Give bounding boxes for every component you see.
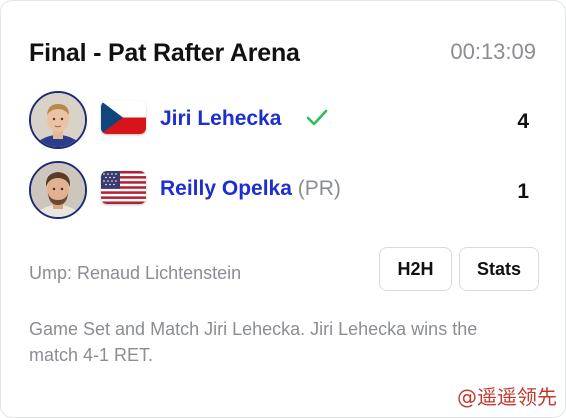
- player-name[interactable]: Jiri Lehecka: [160, 107, 281, 131]
- h2h-button[interactable]: H2H: [379, 247, 452, 291]
- winner-check-icon: [305, 108, 329, 128]
- match-title: Final - Pat Rafter Arena: [29, 39, 300, 67]
- stats-button[interactable]: Stats: [459, 247, 539, 291]
- match-summary: Game Set and Match Jiri Lehecka. Jiri Le…: [29, 319, 478, 365]
- usa-flag-icon: [101, 171, 146, 204]
- match-card: Final - Pat Rafter Arena 00:13:09 Jiri L…: [0, 0, 566, 418]
- player-name-text[interactable]: Reilly Opelka: [160, 177, 292, 200]
- match-time: 00:13:09: [450, 39, 536, 64]
- czech-flag-icon: [101, 101, 146, 134]
- player-row-lehecka[interactable]: Jiri Lehecka 4: [29, 91, 539, 149]
- player-score: 1: [517, 180, 529, 203]
- umpire-label: Ump: Renaud Lichtenstein: [29, 263, 242, 283]
- player-avatar: [29, 161, 87, 219]
- player-row-opelka[interactable]: Reilly Opelka (PR) 1: [29, 161, 539, 219]
- watermark: @遥遥领先: [457, 385, 557, 409]
- player-name-text[interactable]: Jiri Lehecka: [160, 107, 281, 130]
- player-name[interactable]: Reilly Opelka (PR): [160, 177, 341, 201]
- player-score: 4: [517, 110, 529, 133]
- player-avatar: [29, 91, 87, 149]
- player-seed: (PR): [297, 177, 341, 200]
